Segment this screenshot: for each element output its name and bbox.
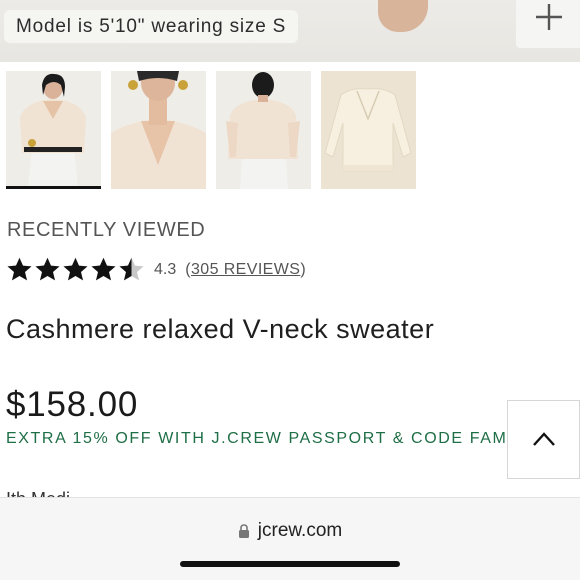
star-icon [63, 257, 88, 281]
star-icon [35, 257, 60, 281]
browser-address-bar[interactable]: jcrew.com [0, 497, 580, 580]
zoom-button[interactable] [516, 0, 580, 48]
product-rating: 4.3 (305 REVIEWS) [6, 256, 306, 283]
thumbnail-model-back[interactable] [216, 71, 311, 189]
url-text: jcrew.com [257, 520, 343, 541]
rating-score: 4.3 [154, 260, 177, 278]
scroll-to-top-button[interactable] [507, 400, 580, 479]
reviews-close-paren: ) [300, 260, 307, 278]
thumbnail-model-front[interactable] [6, 71, 101, 189]
product-price: $158.00 [6, 385, 139, 424]
hero-image[interactable]: Model is 5'10" wearing size S [0, 0, 580, 62]
star-icon [91, 257, 116, 281]
half-star-icon [119, 257, 144, 281]
hero-model-hand [378, 0, 428, 32]
reviews-link[interactable]: (305 REVIEWS) [185, 261, 306, 279]
chevron-up-icon [533, 432, 555, 446]
thumbnail-neckline-closeup[interactable] [111, 71, 206, 189]
promo-message: EXTRA 15% OFF WITH J.CREW PASSPORT & COD… [6, 430, 508, 447]
product-name: Cashmere relaxed V-neck sweater [6, 314, 435, 344]
recently-viewed-heading: RECENTLY VIEWED [7, 219, 206, 241]
plus-icon [536, 4, 562, 30]
thumbnail-flat-lay[interactable] [321, 71, 416, 189]
home-indicator[interactable] [180, 561, 400, 567]
star-icon [7, 257, 32, 281]
thumbnail-gallery [6, 71, 416, 189]
url-display[interactable]: jcrew.com [0, 520, 580, 542]
lock-icon [238, 523, 249, 538]
reviews-count: 305 REVIEWS [190, 260, 301, 278]
model-size-note: Model is 5'10" wearing size S [4, 10, 299, 43]
star-rating [6, 256, 145, 283]
